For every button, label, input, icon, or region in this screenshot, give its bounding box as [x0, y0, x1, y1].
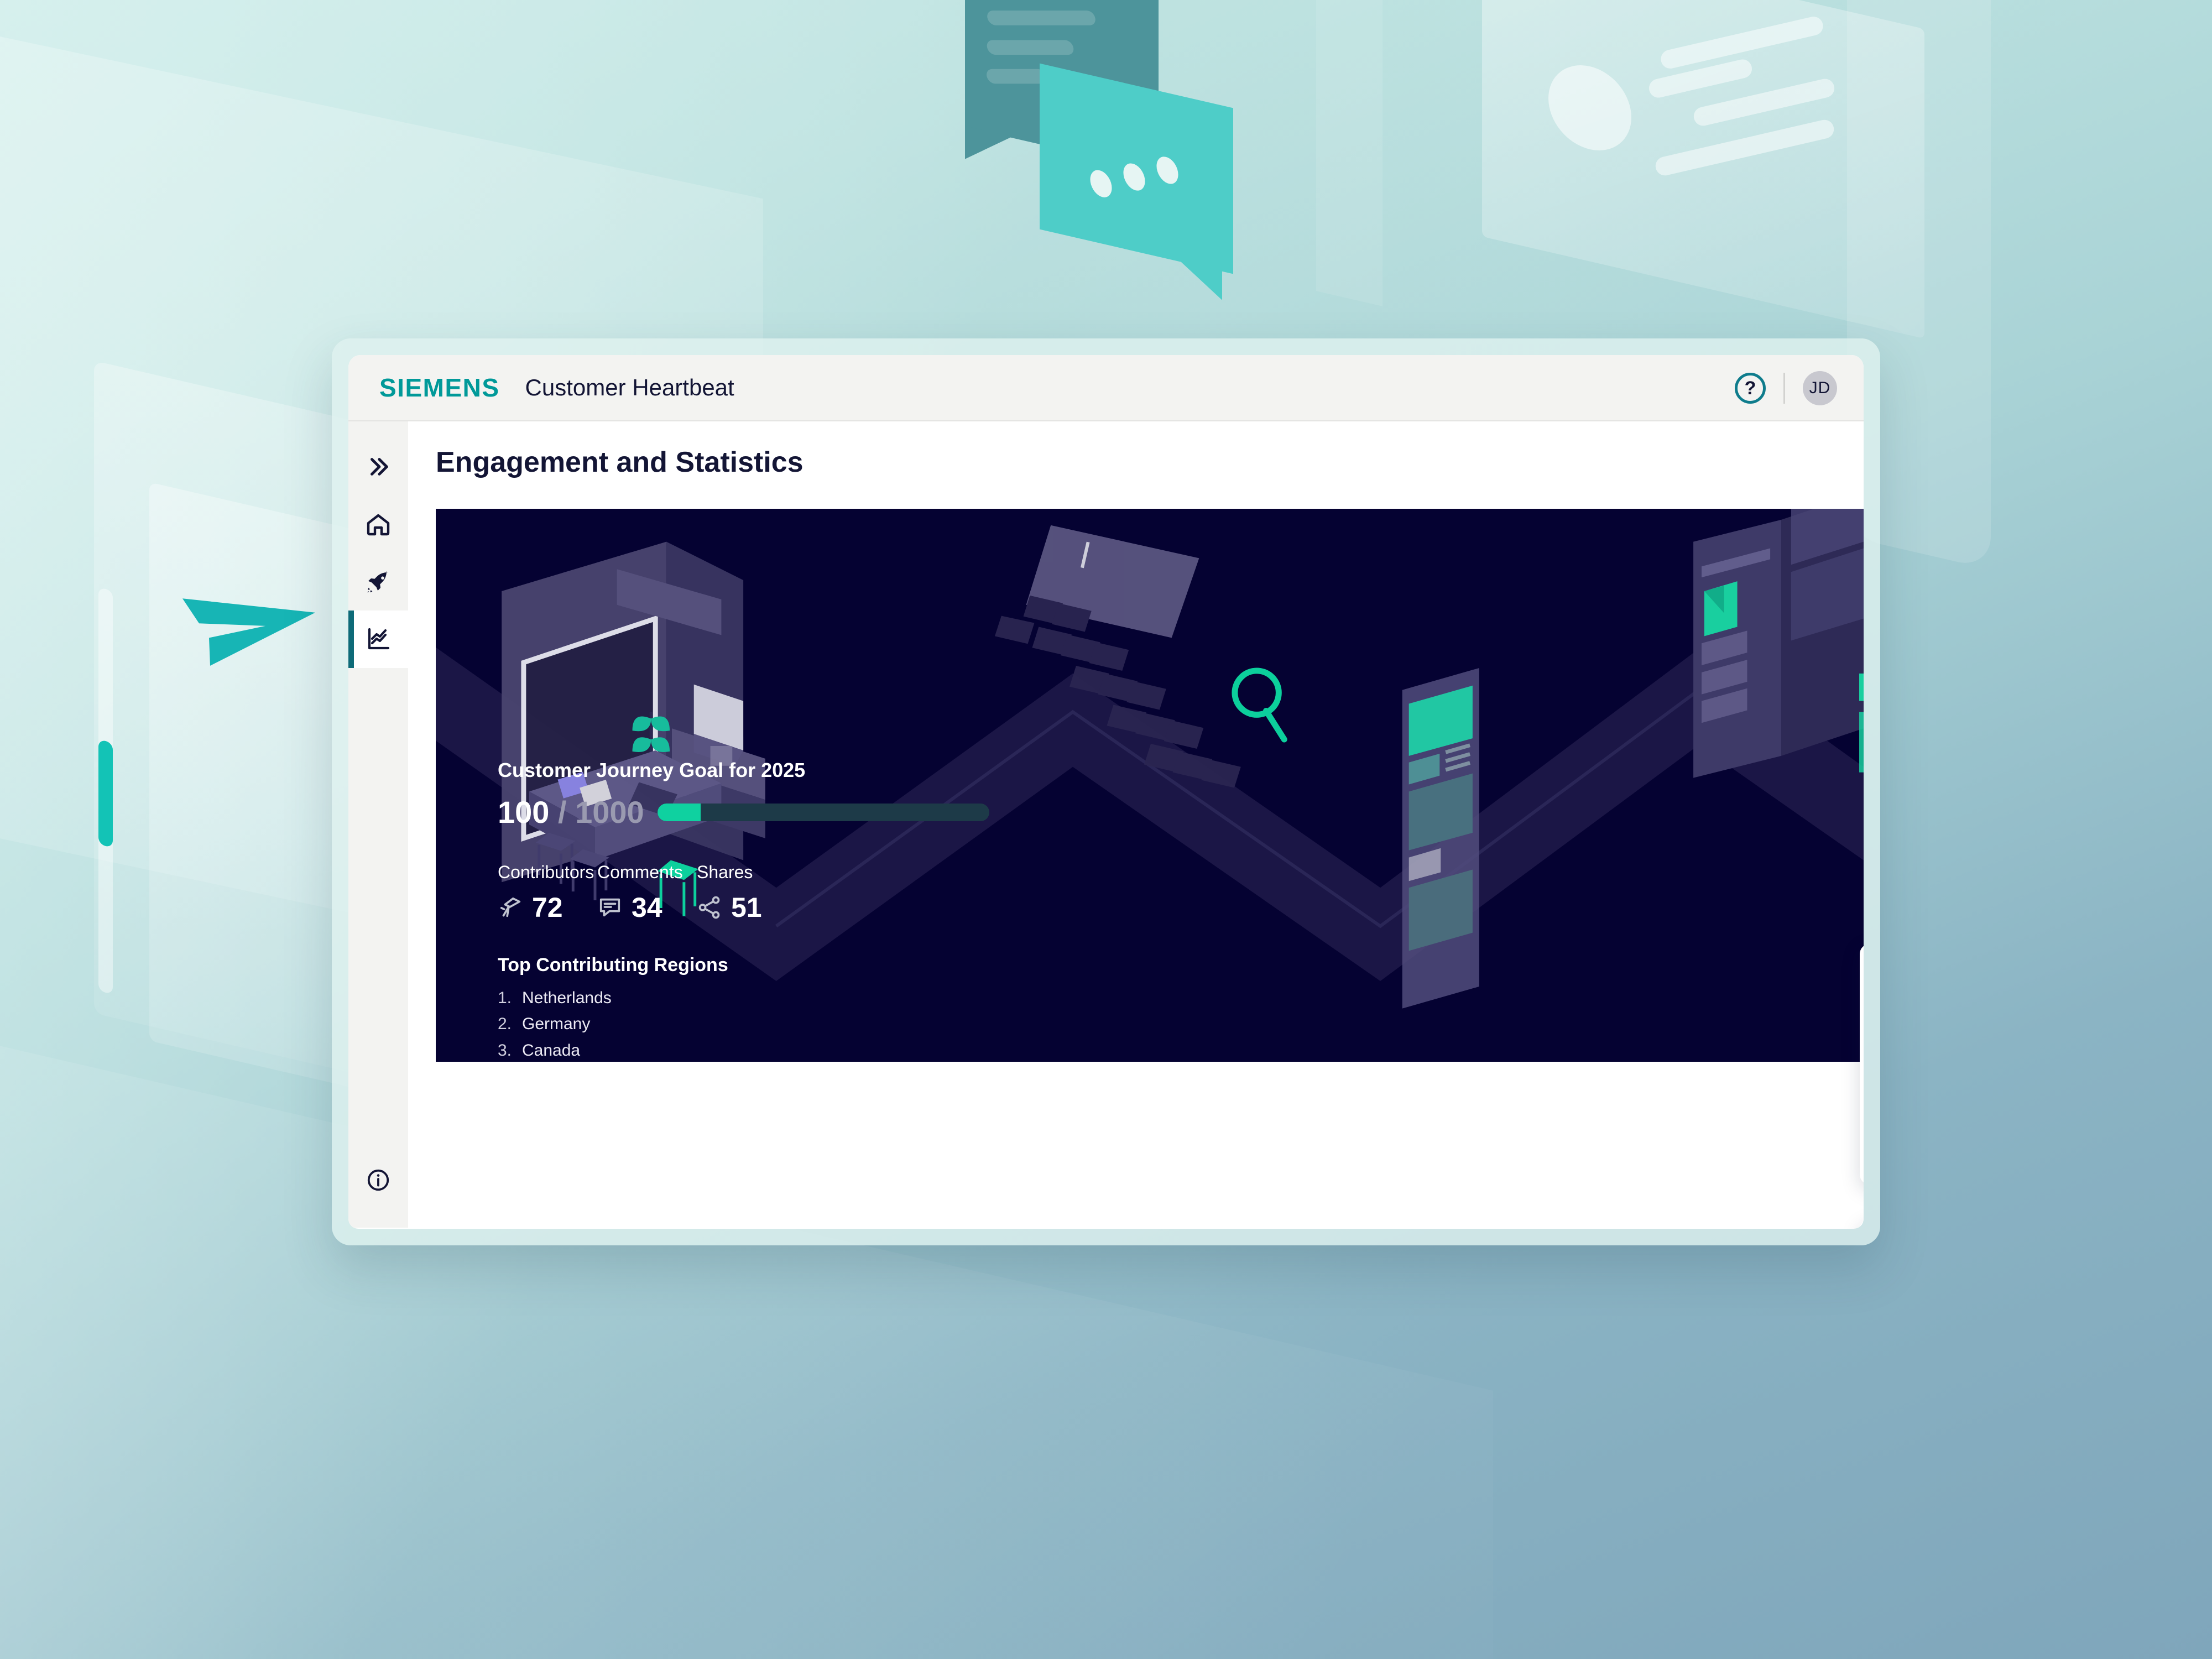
sidebar-item-analytics[interactable] — [348, 611, 408, 668]
app-body: Engagement and Statistics Customer Journ… — [348, 421, 1864, 1229]
region-name: Germany — [522, 1015, 591, 1034]
info-circle-icon — [366, 1167, 391, 1193]
journey-goal-title: Customer Journey Goal for 2025 — [498, 759, 806, 781]
list-item: 1. Netherlands — [498, 985, 1051, 1011]
sidebar-item-home[interactable] — [348, 495, 408, 553]
stat-label: Shares — [697, 862, 753, 882]
journey-goal-progress-bar — [657, 803, 989, 821]
chart-line-icon — [365, 626, 392, 653]
app-title: Customer Heartbeat — [525, 374, 734, 400]
sidebar — [348, 421, 408, 1228]
stat-value: 72 — [532, 892, 563, 923]
list-item: 3. Canada — [498, 1037, 1051, 1062]
comment-icon — [597, 895, 623, 920]
journey-goal-progress-fill — [657, 803, 701, 821]
regions-title: Top Contributing Regions — [498, 954, 728, 975]
list-item: 2. Germany — [498, 1011, 1051, 1037]
stat-contributors: Contributors 72 — [498, 862, 597, 924]
stat-comments: Comments 34 — [597, 862, 697, 924]
header-divider — [1783, 373, 1785, 404]
region-rank: 2. — [498, 1015, 512, 1034]
app-window: SIEMENS Customer Heartbeat ? JD Engageme… — [348, 355, 1864, 1229]
help-icon[interactable]: ? — [1735, 373, 1766, 404]
region-name: Netherlands — [522, 989, 612, 1007]
regions-list: 1. Netherlands 2. Germany 3. Canada — [498, 985, 1051, 1062]
sidebar-item-expand[interactable] — [348, 438, 408, 495]
region-rank: 3. — [498, 1041, 512, 1060]
app-header: SIEMENS Customer Heartbeat ? JD — [348, 355, 1864, 421]
stat-value: 34 — [632, 892, 662, 923]
stat-label: Contributors — [498, 862, 594, 882]
customer-intents-card: Top 3 Customer Intents Industry Trends a… — [1860, 1219, 1864, 1229]
journey-goal-counter: 100 / 1000 — [498, 794, 644, 830]
sidebar-item-info[interactable] — [348, 1151, 408, 1209]
journey-goal-progress-row: 100 / 1000 — [498, 794, 1051, 830]
rocket-icon — [365, 568, 392, 595]
page-title: Engagement and Statistics — [436, 446, 804, 478]
telescope-icon — [498, 895, 523, 920]
stat-label: Comments — [597, 862, 683, 882]
journey-goal-block: Customer Journey Goal for 2025 100 / 100… — [498, 759, 1051, 1062]
content-area: Engagement and Statistics Customer Journ… — [408, 421, 1864, 1229]
region-name: Canada — [522, 1041, 581, 1060]
engagement-stats: Contributors 72 Comments 34 Shares 51 — [498, 862, 1051, 924]
avatar[interactable]: JD — [1803, 371, 1837, 405]
hero-panel: Customer Journey Goal for 2025 100 / 100… — [436, 509, 1864, 1062]
bg-decor-strip-small — [1316, 0, 1383, 306]
experience-drivers-card: Top 5 relevant Experience Drivers Access… — [1860, 944, 1864, 1185]
share-icon — [697, 895, 722, 920]
stat-value: 51 — [731, 892, 762, 923]
region-rank: 1. — [498, 989, 512, 1007]
chevron-double-right-icon — [366, 454, 391, 479]
siemens-logo: SIEMENS — [379, 373, 500, 402]
home-icon — [365, 511, 392, 538]
stat-shares: Shares 51 — [697, 862, 796, 924]
bg-scrollbar-thumb — [98, 739, 113, 848]
header-actions: ? JD — [1735, 355, 1837, 421]
sidebar-item-launch[interactable] — [348, 553, 408, 611]
goal-target: 1000 — [575, 795, 644, 830]
goal-separator: / — [558, 795, 567, 830]
goal-current: 100 — [498, 795, 550, 830]
